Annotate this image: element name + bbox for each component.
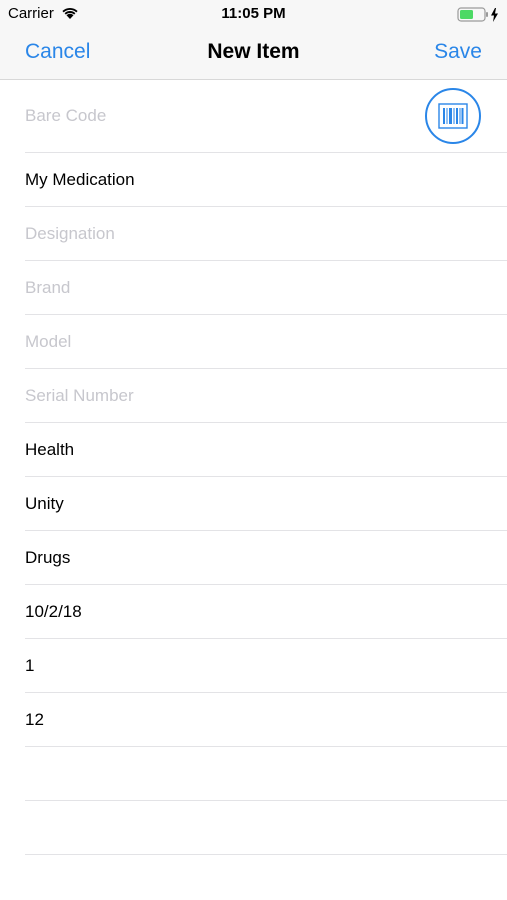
extra-field[interactable] bbox=[25, 801, 495, 854]
form-row bbox=[25, 531, 507, 585]
type-field[interactable] bbox=[25, 531, 495, 584]
unit-field[interactable] bbox=[25, 477, 495, 530]
save-button[interactable]: Save bbox=[434, 40, 482, 64]
battery-charging-icon bbox=[457, 7, 501, 28]
navigation-bar: Cancel New Item Save bbox=[0, 28, 507, 80]
page-title: New Item bbox=[207, 40, 300, 63]
form-row bbox=[25, 693, 507, 747]
brand-field[interactable] bbox=[25, 261, 495, 314]
category-field[interactable] bbox=[25, 423, 495, 476]
scan-barcode-button[interactable] bbox=[425, 88, 481, 144]
form-row bbox=[25, 369, 507, 423]
form-row bbox=[25, 315, 507, 369]
barcode-icon bbox=[438, 103, 468, 129]
serial-number-field[interactable] bbox=[25, 369, 495, 422]
model-field[interactable] bbox=[25, 315, 495, 368]
form-row bbox=[25, 801, 507, 855]
status-bar: Carrier 11:05 PM bbox=[0, 0, 507, 28]
form-row bbox=[25, 477, 507, 531]
name-field[interactable] bbox=[25, 153, 495, 206]
form-row bbox=[25, 747, 507, 801]
form-row bbox=[25, 585, 507, 639]
quantity-field[interactable] bbox=[25, 639, 495, 692]
form-row bbox=[25, 153, 507, 207]
count-field[interactable] bbox=[25, 693, 495, 746]
date-field[interactable] bbox=[25, 585, 495, 638]
form-row bbox=[25, 207, 507, 261]
barcode-row bbox=[25, 80, 507, 153]
form-row bbox=[25, 423, 507, 477]
item-form bbox=[0, 80, 507, 855]
extra-field[interactable] bbox=[25, 747, 495, 800]
form-row bbox=[25, 261, 507, 315]
form-row bbox=[25, 639, 507, 693]
status-time: 11:05 PM bbox=[221, 5, 286, 22]
designation-field[interactable] bbox=[25, 207, 495, 260]
